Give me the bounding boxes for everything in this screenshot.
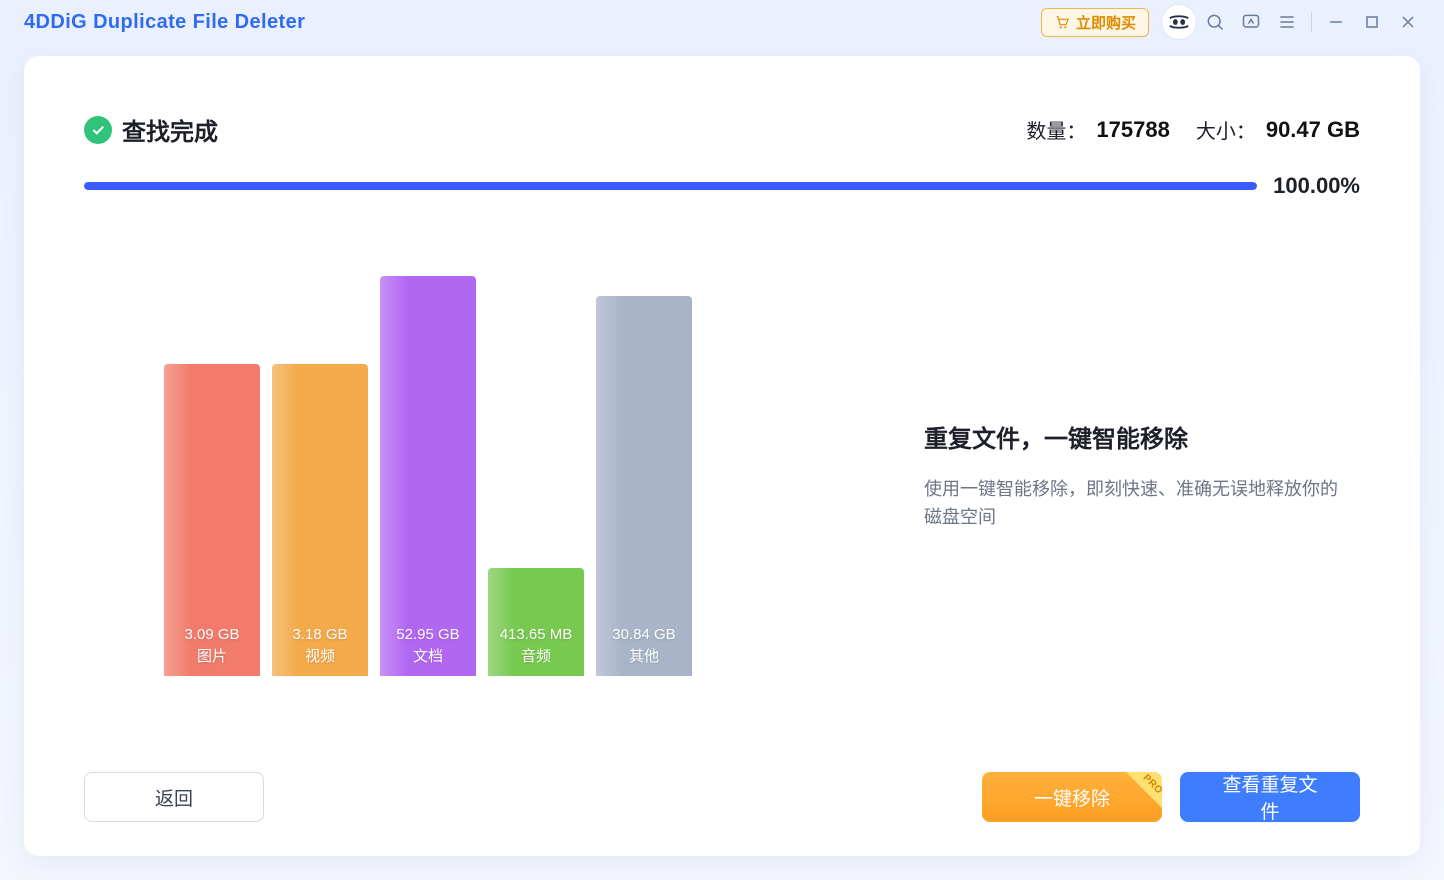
maximize-button[interactable] <box>1354 4 1390 40</box>
bar-value: 52.95 GB <box>380 625 476 645</box>
count-label: 数量： <box>1026 115 1086 144</box>
pro-badge: PRO <box>1124 772 1162 810</box>
progress-fill <box>84 182 1257 190</box>
bar-value: 3.18 GB <box>272 625 368 645</box>
buy-now-button[interactable]: 立即购买 <box>1041 8 1149 37</box>
check-icon <box>84 116 112 144</box>
body-row: 3.09 GB图片3.18 GB视频52.95 GB文档413.65 MB音频3… <box>84 199 1360 752</box>
close-button[interactable] <box>1390 4 1426 40</box>
bar-value: 3.09 GB <box>164 625 260 645</box>
status-title: 查找完成 <box>122 112 218 147</box>
bar-category: 视频 <box>272 647 368 667</box>
count-value: 175788 <box>1096 117 1169 143</box>
cart-icon <box>1054 14 1070 30</box>
menu-icon[interactable] <box>1269 4 1305 40</box>
back-button[interactable]: 返回 <box>84 772 264 822</box>
bar-chart: 3.09 GB图片3.18 GB视频52.95 GB文档413.65 MB音频3… <box>164 276 804 676</box>
bar-category: 其他 <box>596 647 692 667</box>
titlebar: 4DDiG Duplicate File Deleter 立即购买 <box>0 0 1444 44</box>
size-label: 大小： <box>1196 115 1256 144</box>
bar-图片: 3.09 GB图片 <box>164 364 260 676</box>
bar-category: 音频 <box>488 647 584 667</box>
bar-音频: 413.65 MB音频 <box>488 568 584 676</box>
buy-now-label: 立即购买 <box>1076 12 1136 33</box>
feedback-icon[interactable] <box>1233 4 1269 40</box>
size-value: 90.47 GB <box>1266 117 1360 143</box>
footer: 返回 一键移除 PRO 查看重复文件 <box>84 772 1360 822</box>
bar-文档: 52.95 GB文档 <box>380 276 476 676</box>
bar-value: 413.65 MB <box>488 625 584 645</box>
view-duplicates-button[interactable]: 查看重复文件 <box>1180 772 1360 822</box>
status-header: 查找完成 数量： 175788 大小： 90.47 GB <box>84 112 1360 147</box>
chat-icon[interactable] <box>1161 4 1197 40</box>
app-title: 4DDiG Duplicate File Deleter <box>24 11 305 34</box>
smart-remove-button[interactable]: 一键移除 PRO <box>982 772 1162 822</box>
chart-wrap: 3.09 GB图片3.18 GB视频52.95 GB文档413.65 MB音频3… <box>164 276 804 676</box>
bar-value: 30.84 GB <box>596 625 692 645</box>
bar-category: 图片 <box>164 647 260 667</box>
separator <box>1311 12 1312 32</box>
side-heading: 重复文件，一键智能移除 <box>924 419 1344 454</box>
minimize-button[interactable] <box>1318 4 1354 40</box>
smart-remove-label: 一键移除 <box>1034 784 1110 811</box>
side-copy: 重复文件，一键智能移除 使用一键智能移除，即刻快速、准确无误地释放你的磁盘空间 <box>924 419 1344 532</box>
main-panel: 查找完成 数量： 175788 大小： 90.47 GB 100.00% 3.0… <box>24 56 1420 856</box>
side-body: 使用一键智能移除，即刻快速、准确无误地释放你的磁盘空间 <box>924 476 1344 532</box>
progress-percent: 100.00% <box>1273 173 1360 199</box>
bar-其他: 30.84 GB其他 <box>596 296 692 676</box>
progress-bar <box>84 182 1257 190</box>
progress-row: 100.00% <box>84 173 1360 199</box>
bar-category: 文档 <box>380 647 476 667</box>
bar-视频: 3.18 GB视频 <box>272 364 368 676</box>
search-icon[interactable] <box>1197 4 1233 40</box>
